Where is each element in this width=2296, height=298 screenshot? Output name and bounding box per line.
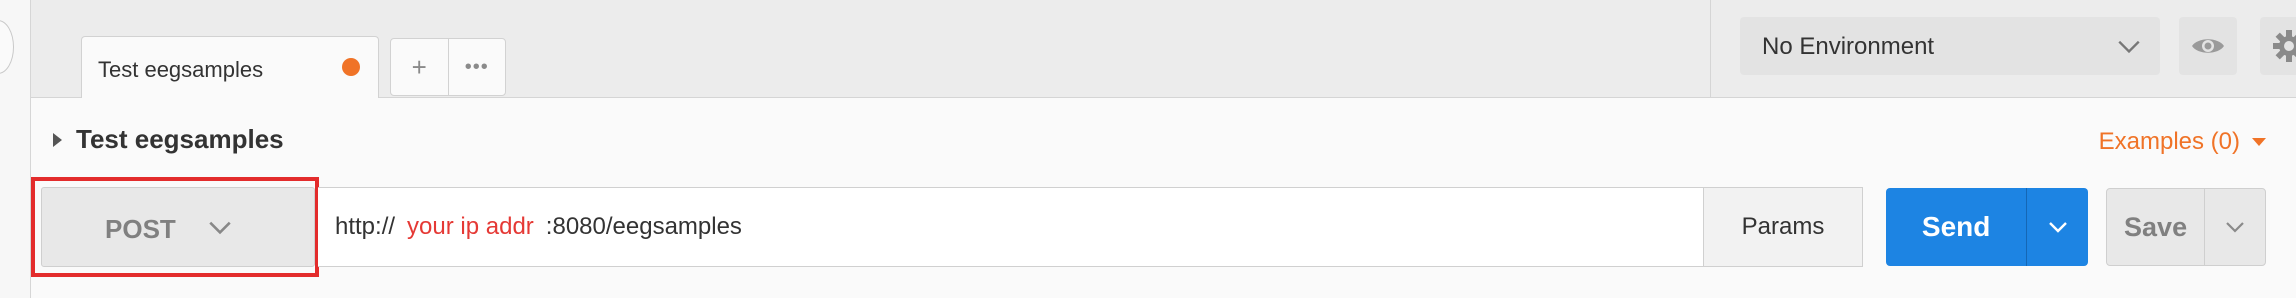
environment-quick-look-button[interactable]: [2179, 17, 2237, 75]
tab-actions: + •••: [390, 38, 506, 96]
url-host-placeholder: your ip addr: [407, 213, 534, 240]
params-button[interactable]: Params: [1703, 187, 1863, 267]
tab-bar: Test eegsamples + ••• No Environment: [31, 0, 2296, 99]
left-sidebar-edge: [0, 0, 31, 298]
request-builder: Test eegsamples Examples (0) POST http:/…: [31, 98, 2296, 298]
examples-dropdown[interactable]: Examples (0): [2099, 128, 2266, 156]
environment-select[interactable]: No Environment: [1740, 17, 2160, 75]
send-button-group: Send: [1886, 188, 2088, 266]
unsaved-indicator-icon: [342, 58, 360, 76]
save-button-group: Save: [2106, 188, 2266, 266]
sidebar-toggle[interactable]: [0, 20, 14, 74]
chevron-down-icon: [209, 221, 231, 235]
url-value: http:// your ip addr :8080/eegsamples: [335, 213, 742, 241]
url-path: :8080/eegsamples: [545, 213, 742, 240]
save-button[interactable]: Save: [2107, 189, 2204, 265]
chevron-down-icon: [2226, 222, 2244, 233]
request-title: Test eegsamples: [76, 124, 284, 154]
manage-environments-button[interactable]: [2260, 17, 2296, 75]
tab-title: Test eegsamples: [98, 57, 264, 82]
chevron-down-icon: [2118, 40, 2140, 54]
method-label: POST: [105, 214, 176, 244]
new-tab-button[interactable]: +: [391, 39, 448, 95]
caret-right-icon: [53, 132, 62, 147]
url-input[interactable]: http:// your ip addr :8080/eegsamples: [318, 187, 1739, 267]
save-options-button[interactable]: [2204, 189, 2265, 265]
environment-selected-label: No Environment: [1762, 33, 1935, 60]
url-scheme: http://: [335, 213, 396, 240]
more-tabs-button[interactable]: •••: [447, 39, 506, 95]
request-name-toggle[interactable]: Test eegsamples: [53, 124, 284, 155]
send-button[interactable]: Send: [1886, 188, 2027, 266]
caret-down-icon: [2252, 138, 2266, 146]
send-options-button[interactable]: [2026, 188, 2088, 266]
gear-icon: [2273, 30, 2296, 62]
postman-request-window: Test eegsamples + ••• No Environment Tes…: [0, 0, 2296, 298]
tab-test-eegsamples[interactable]: Test eegsamples: [81, 36, 379, 99]
chevron-down-icon: [2048, 222, 2067, 233]
eye-icon: [2192, 39, 2224, 53]
environment-area: No Environment: [1710, 0, 2296, 97]
examples-label: Examples (0): [2098, 128, 2240, 155]
method-select[interactable]: POST: [41, 187, 315, 267]
